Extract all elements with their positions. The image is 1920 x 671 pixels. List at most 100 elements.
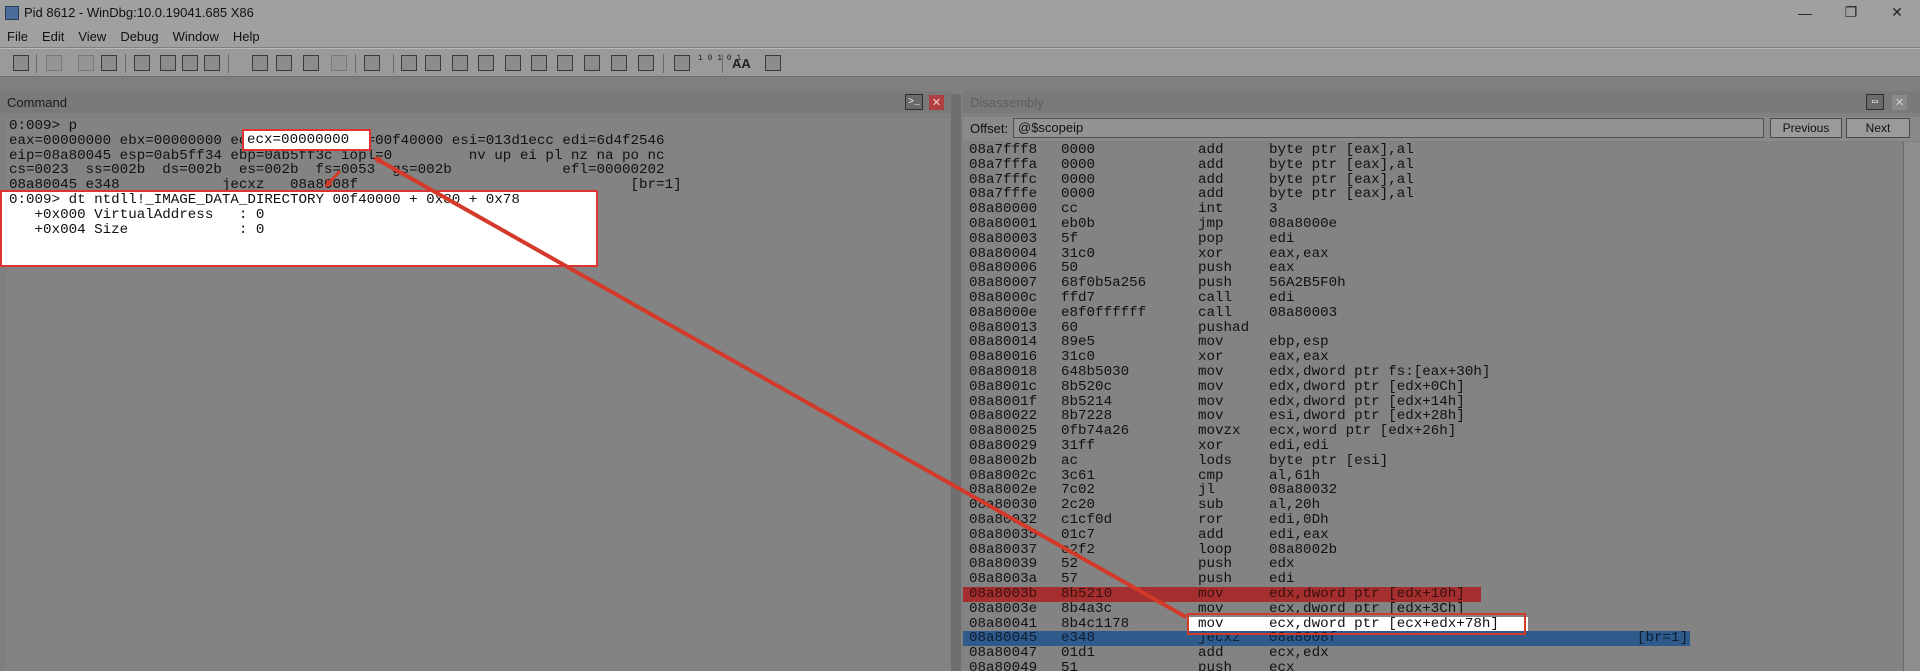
paste-icon[interactable] — [101, 55, 117, 71]
go-icon[interactable] — [134, 55, 150, 71]
disassembly-row[interactable]: 08a80004 31c0 xor eax,eax — [963, 246, 1903, 262]
disassembly-row[interactable]: 08a80029 31ff xor edi,edi — [963, 439, 1903, 454]
current-instruction-row[interactable]: 08a80045 e348 jecxz 08a8008f [br=1] — [963, 631, 1690, 647]
options-icon[interactable] — [765, 55, 781, 71]
minimize-button[interactable]: — — [1782, 0, 1828, 25]
source-mode-icon[interactable] — [638, 55, 654, 71]
disassembly-mnemonic: push — [1198, 571, 1233, 588]
disassembly-operands: byte ptr [eax],al — [1269, 142, 1414, 158]
disassembly-close-icon[interactable]: ✕ — [1892, 95, 1907, 110]
step-into-icon[interactable] — [252, 55, 268, 71]
disassembly-row[interactable]: 08a80049 51 push ecx — [963, 661, 1903, 671]
toolbar: 1 0 1 0 1 AA — [0, 48, 1920, 77]
disassembly-address: 08a7fffe — [969, 186, 1038, 203]
menu-debug[interactable]: Debug — [113, 29, 165, 44]
open-folder-icon[interactable] — [13, 55, 29, 71]
disassembly-row[interactable]: 08a80035 01c7 add edi,eax — [963, 526, 1903, 543]
disassembly-row[interactable]: 08a80047 01d1 add ecx,edx — [963, 646, 1903, 661]
disassembly-row[interactable]: 08a80003 5f pop edi — [963, 230, 1903, 247]
disassembly-row[interactable]: 08a80018 648b5030 mov edx,dword ptr fs:[eax… — [963, 365, 1903, 380]
offset-input[interactable]: @$scopeip — [1013, 118, 1764, 138]
disassembly-listing[interactable]: 08a80041 8b4c1178 08a7fff8 0000 add byte ptr … — [963, 142, 1903, 671]
hand-icon[interactable] — [364, 55, 380, 71]
menu-file[interactable]: File — [0, 29, 35, 44]
next-button[interactable]: Next — [1846, 118, 1910, 138]
step-out-icon[interactable] — [303, 55, 319, 71]
disassembly-window-icon[interactable] — [557, 55, 573, 71]
disassembly-mnemonic: add — [1198, 645, 1224, 662]
disassembly-row[interactable]: mov ecx,dword ptr [ecx+edx+78h] — [1189, 616, 1528, 632]
scratch-pad-icon[interactable] — [584, 55, 600, 71]
disassembly-mnemonic: add — [1198, 526, 1224, 543]
locals-window-icon[interactable] — [452, 55, 468, 71]
disassembly-scrollbar[interactable] — [1903, 142, 1920, 671]
disassembly-address: 08a8001f — [969, 393, 1038, 410]
disassembly-row[interactable]: 08a80013 60 pushad — [963, 320, 1903, 336]
disassembly-row[interactable]: 08a80022 8b7228 mov esi,dword ptr [edx+28h] — [963, 409, 1903, 424]
disassembly-row[interactable]: 08a7fffa 0000 add byte ptr [eax],al — [963, 157, 1903, 173]
disassembly-operands: eax — [1269, 260, 1295, 277]
disassembly-row[interactable]: 08a8000e e8f0ffffff call 08a80003 — [963, 305, 1903, 321]
disassembly-row[interactable]: 08a80001 eb0b jmp 08a8000e — [963, 217, 1903, 232]
menu-help[interactable]: Help — [226, 29, 267, 44]
disassembly-row[interactable]: 08a80032 c1cf0d ror edi,0Dh — [963, 513, 1903, 528]
disassembly-bytes: 52 — [1061, 556, 1079, 573]
disassembly-row[interactable]: 08a8001c 8b520c mov edx,dword ptr [edx+0Ch] — [963, 378, 1903, 395]
disassembly-row[interactable]: 08a80000 cc int 3 — [963, 202, 1903, 217]
disassembly-row[interactable]: 08a7fffc 0000 add byte ptr [eax],al — [963, 172, 1903, 188]
disassembly-operands: ebp,esp — [1269, 334, 1329, 351]
disassembly-bytes: 68f0b5a256 — [1061, 275, 1147, 292]
disassembly-row[interactable]: 08a8000c ffd7 call edi — [963, 291, 1903, 306]
disassembly-row[interactable]: 08a7fff8 0000 add byte ptr [eax],al — [963, 143, 1903, 158]
menu-edit[interactable]: Edit — [35, 29, 71, 44]
disassembly-address: 08a80037 — [969, 541, 1038, 558]
disassembly-mnemonic: pop — [1198, 230, 1224, 247]
command-output-area[interactable]: 0:009> p eax=00000000 ebx=00000000 ecx=0… — [0, 118, 950, 671]
disassembly-window-icon[interactable]: ▭ — [1866, 94, 1884, 110]
step-over-icon[interactable] — [276, 55, 292, 71]
disassembly-row[interactable]: 08a80025 0fb74a26 movzx ecx,word ptr [edx+2… — [963, 424, 1903, 439]
disassembly-bytes: 57 — [1061, 571, 1079, 588]
disassembly-row[interactable]: 08a8003e 8b4a3c mov ecx,dword ptr [edx+3Ch] — [963, 601, 1903, 617]
cut-icon[interactable] — [46, 55, 62, 71]
command-close-icon[interactable]: ✕ — [929, 95, 944, 110]
panel-splitter[interactable] — [951, 94, 961, 671]
menu-window[interactable]: Window — [166, 29, 226, 44]
window-title: Pid 8612 - WinDbg:10.0.19041.685 X86 — [24, 5, 254, 20]
disassembly-row[interactable]: 08a80030 2c20 sub al,20h — [963, 498, 1903, 513]
disassembly-bytes: 2c20 — [1061, 497, 1096, 514]
disassembly-row[interactable]: 08a7fffe 0000 add byte ptr [eax],al — [963, 187, 1903, 202]
restore-button[interactable]: ❐ — [1828, 0, 1874, 25]
font-icon[interactable]: AA — [732, 56, 751, 71]
memory-window-icon[interactable] — [505, 55, 521, 71]
disassembly-row[interactable]: 08a8002c 3c61 cmp al,61h — [963, 468, 1903, 484]
previous-button[interactable]: Previous — [1770, 118, 1842, 138]
disassembly-row[interactable]: 08a80016 31c0 xor eax,eax — [963, 350, 1903, 365]
disassembly-row[interactable]: 08a8002b ac lods byte ptr [esi] — [963, 453, 1903, 469]
break-icon[interactable] — [204, 55, 220, 71]
watch-window-icon[interactable] — [425, 55, 441, 71]
disassembly-row[interactable]: 08a80039 52 push edx — [963, 557, 1903, 572]
close-button[interactable]: ✕ — [1874, 0, 1920, 25]
disassembly-row[interactable]: 08a80041 8b4c1178 — [963, 616, 1189, 632]
restart-icon[interactable] — [160, 55, 176, 71]
call-stack-window-icon[interactable] — [531, 55, 547, 71]
run-to-cursor-icon[interactable] — [331, 55, 347, 71]
copy-icon[interactable] — [78, 55, 94, 71]
registers-window-icon[interactable] — [478, 55, 494, 71]
stop-debugging-icon[interactable] — [182, 55, 198, 71]
disassembly-row[interactable]: 08a80014 89e5 mov ebp,esp — [963, 335, 1903, 350]
command-prompt-icon[interactable]: >_ — [905, 94, 923, 110]
breakpoint-row[interactable]: 08a8003b 8b5210 mov edx,dword ptr [edx+10h] — [963, 587, 1481, 602]
processes-threads-icon[interactable] — [611, 55, 627, 71]
source-mode-off-icon[interactable] — [674, 55, 690, 71]
command-window-icon[interactable] — [401, 55, 417, 71]
disassembly-row[interactable]: 08a80007 68f0b5a256 push 56A2B5F0h — [963, 276, 1903, 291]
menu-view[interactable]: View — [71, 29, 113, 44]
disassembly-row[interactable]: 08a8001f 8b5214 mov edx,dword ptr [edx+14h] — [963, 393, 1903, 410]
disassembly-row[interactable]: 08a8002e 7c02 jl 08a80032 — [963, 483, 1903, 498]
disassembly-row[interactable]: 08a8003a 57 push edi — [963, 572, 1903, 587]
disassembly-bytes: 8b520c — [1061, 378, 1113, 395]
disassembly-row[interactable]: 08a80037 e2f2 loop 08a8002b — [963, 541, 1903, 558]
disassembly-row[interactable]: 08a80006 50 push eax — [963, 261, 1903, 276]
